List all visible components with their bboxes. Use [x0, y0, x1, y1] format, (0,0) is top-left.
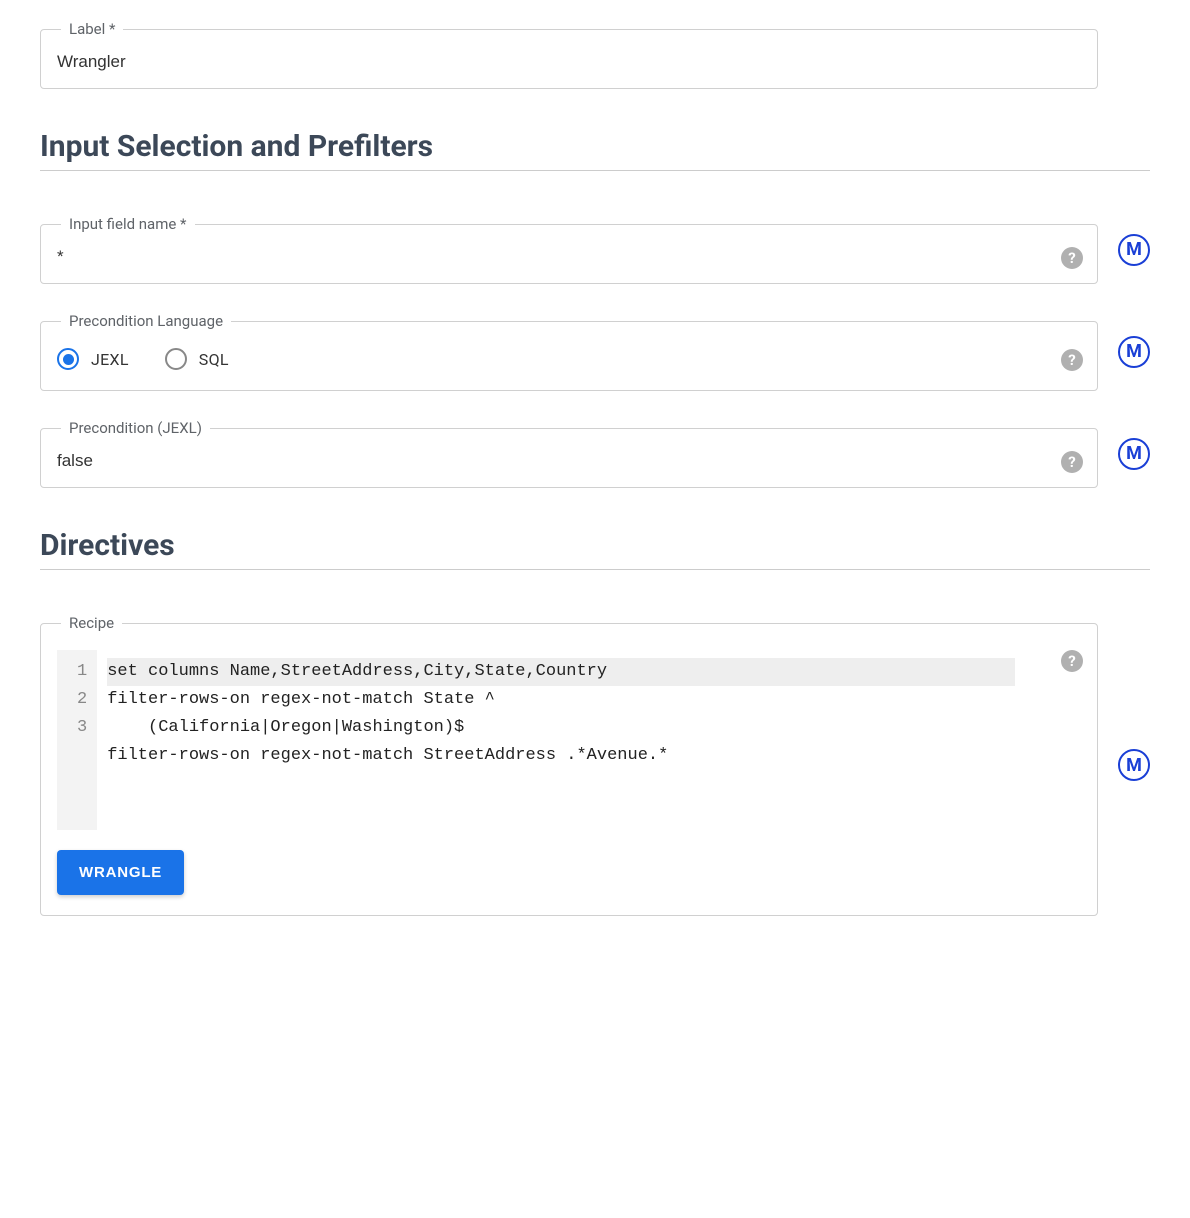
section-input-prefilters-heading: Input Selection and Prefilters	[40, 129, 1150, 171]
recipe-code-editor[interactable]: 12 3 set columns Name,StreetAddress,City…	[57, 650, 1025, 830]
help-icon[interactable]: ?	[1061, 650, 1083, 672]
input-field-name-input[interactable]	[57, 247, 1041, 267]
precondition-language-radio-group: JEXL SQL	[57, 344, 1081, 374]
code-gutter: 12 3	[57, 650, 97, 830]
precondition-language-legend: Precondition Language	[61, 312, 231, 330]
input-field-name-legend: Input field name *	[61, 215, 195, 233]
recipe-wrap: Recipe ? 12 3 set columns Name,StreetAdd…	[40, 614, 1098, 916]
help-icon[interactable]: ?	[1061, 349, 1083, 371]
macro-badge[interactable]: M	[1118, 749, 1150, 781]
radio-jexl-circle	[57, 348, 79, 370]
label-field-wrap: Label *	[40, 20, 1098, 89]
label-fieldset: Label *	[40, 20, 1098, 89]
precondition-jexl-row: Precondition (JEXL) ? M	[40, 419, 1150, 488]
label-input[interactable]	[57, 52, 1081, 72]
radio-sql-circle	[165, 348, 187, 370]
radio-jexl-dot	[63, 354, 74, 365]
macro-badge[interactable]: M	[1118, 336, 1150, 368]
label-legend: Label *	[61, 20, 123, 38]
radio-sql[interactable]: SQL	[165, 348, 229, 370]
radio-jexl[interactable]: JEXL	[57, 348, 129, 370]
precondition-jexl-legend: Precondition (JEXL)	[61, 419, 210, 437]
input-field-name-wrap: Input field name * ?	[40, 215, 1098, 284]
section-directives-heading: Directives	[40, 528, 1150, 570]
label-row: Label *	[40, 20, 1150, 89]
precondition-jexl-input[interactable]	[57, 451, 1041, 471]
input-field-name-row: Input field name * ? M	[40, 215, 1150, 284]
help-icon[interactable]: ?	[1061, 247, 1083, 269]
recipe-row: Recipe ? 12 3 set columns Name,StreetAdd…	[40, 614, 1150, 916]
precondition-language-fieldset: Precondition Language JEXL SQL ?	[40, 312, 1098, 391]
code-line: (California|Oregon|Washington)$	[107, 714, 1015, 742]
precondition-language-wrap: Precondition Language JEXL SQL ?	[40, 312, 1098, 391]
precondition-jexl-wrap: Precondition (JEXL) ?	[40, 419, 1098, 488]
macro-badge[interactable]: M	[1118, 234, 1150, 266]
code-line: filter-rows-on regex-not-match StreetAdd…	[107, 742, 1015, 770]
help-icon[interactable]: ?	[1061, 451, 1083, 473]
recipe-fieldset: Recipe ? 12 3 set columns Name,StreetAdd…	[40, 614, 1098, 916]
input-field-name-fieldset: Input field name * ?	[40, 215, 1098, 284]
wrangle-button[interactable]: WRANGLE	[57, 850, 184, 895]
macro-badge[interactable]: M	[1118, 438, 1150, 470]
code-line: set columns Name,StreetAddress,City,Stat…	[107, 658, 1015, 686]
recipe-legend: Recipe	[61, 614, 122, 632]
precondition-language-row: Precondition Language JEXL SQL ? M	[40, 312, 1150, 391]
radio-jexl-label: JEXL	[91, 350, 129, 369]
code-line: filter-rows-on regex-not-match State ^	[107, 686, 1015, 714]
precondition-jexl-fieldset: Precondition (JEXL) ?	[40, 419, 1098, 488]
code-lines[interactable]: set columns Name,StreetAddress,City,Stat…	[97, 650, 1025, 830]
radio-sql-label: SQL	[199, 350, 229, 369]
